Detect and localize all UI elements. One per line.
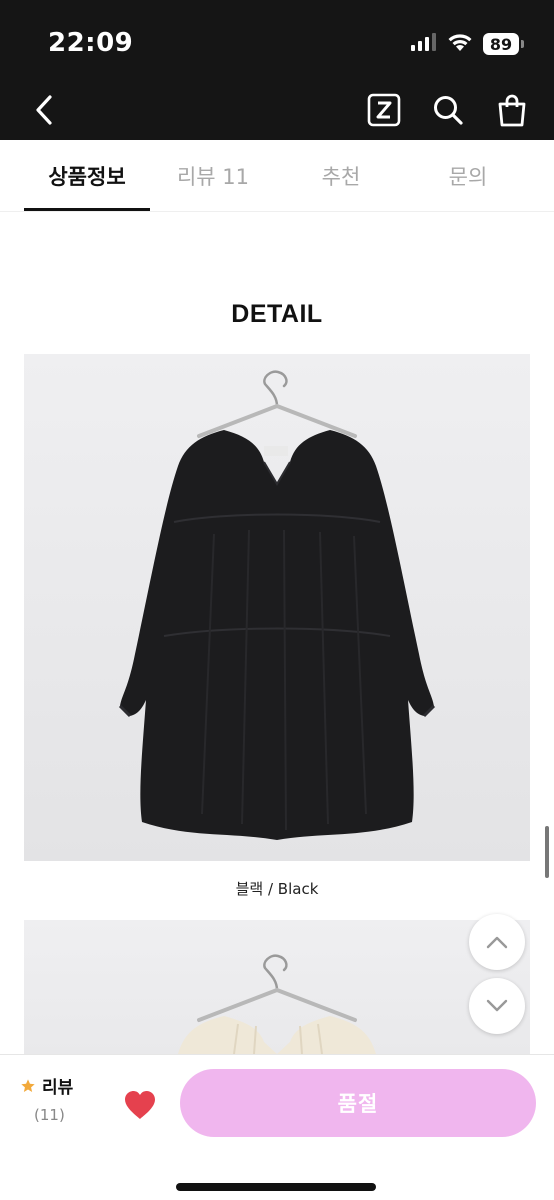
- z-logo-icon: [367, 93, 401, 127]
- product-tabs: 상품정보 리뷰 11 추천 문의: [0, 140, 554, 212]
- search-button[interactable]: [428, 90, 468, 130]
- scroll-up-button[interactable]: [469, 914, 525, 970]
- wifi-icon: [447, 32, 473, 56]
- scrollbar[interactable]: [545, 826, 549, 878]
- battery-level: 89: [483, 33, 519, 55]
- tab-recommend[interactable]: 추천: [276, 140, 406, 211]
- signal-icon: [411, 33, 437, 55]
- photo-caption: 블랙 / Black: [235, 880, 319, 898]
- cart-button[interactable]: [492, 90, 532, 130]
- heart-icon: [125, 1091, 155, 1119]
- detail-title: DETAIL: [231, 300, 323, 328]
- tab-product-info[interactable]: 상품정보: [0, 140, 150, 211]
- status-time: 22:09: [48, 28, 134, 58]
- chevron-down-icon: [486, 999, 508, 1012]
- sold-out-button[interactable]: 품절: [180, 1069, 536, 1137]
- zigzag-home-button[interactable]: [364, 90, 404, 130]
- wishlist-button[interactable]: [120, 1085, 160, 1125]
- scroll-down-button[interactable]: [469, 978, 525, 1034]
- star-icon: [21, 1078, 35, 1092]
- back-button[interactable]: [24, 90, 64, 130]
- home-indicator: [176, 1183, 376, 1191]
- chevron-left-icon: [36, 95, 52, 125]
- tab-label: 리뷰 11: [176, 164, 250, 189]
- chevron-up-icon: [486, 936, 508, 949]
- product-photo-cream: [24, 920, 530, 1054]
- tab-inquiry[interactable]: 문의: [406, 140, 530, 211]
- tab-label: 상품정보: [48, 164, 126, 189]
- status-bar: 22:09 89: [0, 0, 554, 80]
- status-icons: 89: [411, 32, 524, 56]
- tab-reviews[interactable]: 리뷰 11: [150, 140, 276, 211]
- tab-label: 추천: [321, 164, 361, 189]
- review-summary[interactable]: 리뷰 (11): [20, 1073, 90, 1124]
- search-icon: [434, 96, 463, 125]
- battery-icon: 89: [483, 33, 524, 55]
- product-photo-black: [24, 354, 530, 861]
- tab-label: 문의: [448, 164, 488, 189]
- review-count: (11): [34, 1106, 65, 1124]
- review-label: 리뷰: [42, 1078, 74, 1098]
- shopping-bag-icon: [498, 94, 526, 127]
- active-tab-underline: [24, 208, 150, 211]
- nav-bar: [0, 80, 554, 140]
- bottom-action-bar: 리뷰 (11) 품절: [0, 1054, 554, 1200]
